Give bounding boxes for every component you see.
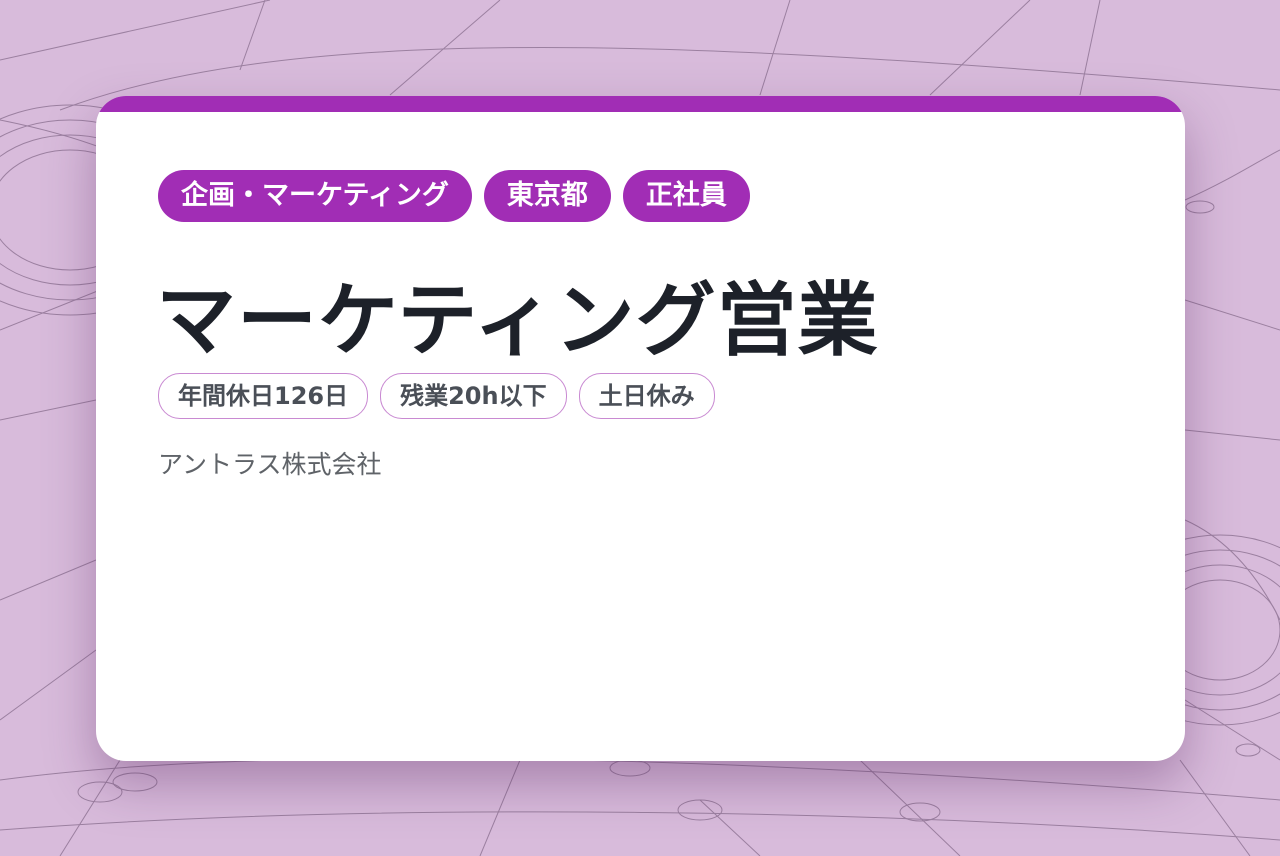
feature-tag-weekends-off: 土日休み [578, 373, 715, 419]
feature-tag-overtime: 残業20h以下 [380, 373, 567, 419]
category-tag-employment-type: 正社員 [622, 170, 750, 222]
feature-tag-list: 年間休日126日 残業20h以下 土日休み [158, 373, 715, 419]
feature-tag-annual-holidays: 年間休日126日 [158, 373, 369, 419]
category-tag-job-type: 企画・マーケティング [158, 170, 472, 222]
category-tag-list: 企画・マーケティング 東京都 正社員 [158, 170, 750, 222]
company-name: アントラス株式会社 [158, 450, 382, 479]
job-title: マーケティング営業 [156, 274, 879, 367]
card-accent-bar [96, 96, 1185, 112]
category-tag-location: 東京都 [483, 170, 611, 222]
job-card[interactable]: 企画・マーケティング 東京都 正社員 マーケティング営業 年間休日126日 残業… [96, 96, 1185, 761]
